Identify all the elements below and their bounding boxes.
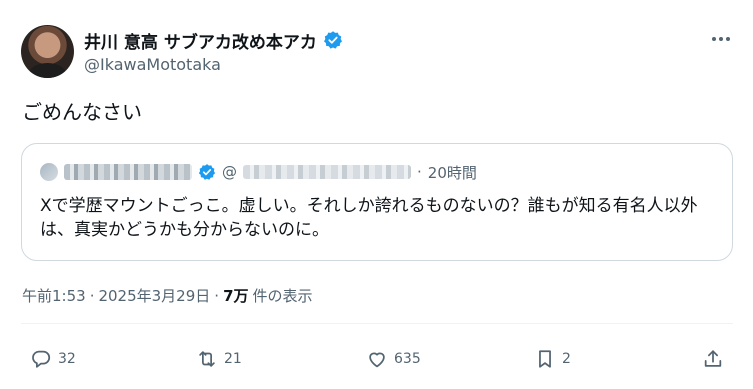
author-avatar[interactable] <box>21 25 74 78</box>
author-display-name[interactable]: 井川 意高 サブアカ改め本アカ <box>84 28 317 53</box>
reply-count: 32 <box>58 351 76 367</box>
action-bar: 32 21 635 2 <box>0 345 753 373</box>
quoted-handle-prefix: @ <box>222 163 237 181</box>
reply-icon <box>32 350 51 368</box>
bookmark-icon <box>539 350 551 368</box>
quoted-tweet-header: @ · 20時間 <box>40 162 477 182</box>
quoted-timestamp[interactable]: 20時間 <box>428 162 477 183</box>
more-options-icon[interactable] <box>709 28 733 50</box>
repost-count: 21 <box>224 351 242 367</box>
post-date[interactable]: 2025年3月29日 <box>98 285 210 306</box>
quoted-separator: · <box>417 163 422 181</box>
post-time[interactable]: 午前1:53 <box>22 285 86 306</box>
like-count: 635 <box>394 351 421 367</box>
share-icon <box>704 350 722 367</box>
tweet-meta: 午前1:53 · 2025年3月29日 · 7万 件の表示 <box>22 285 313 306</box>
tweet-text: ごめんなさい <box>22 100 142 124</box>
meta-separator-2: · <box>214 286 220 305</box>
reply-button[interactable]: 32 <box>30 345 76 373</box>
meta-separator: · <box>89 286 95 305</box>
bookmark-count: 2 <box>562 351 571 367</box>
quoted-verified-badge-icon <box>198 164 216 180</box>
repost-button[interactable]: 21 <box>196 345 242 373</box>
heart-icon <box>369 352 385 368</box>
quoted-author-name-blurred <box>64 164 192 180</box>
divider <box>21 323 733 324</box>
author-handle[interactable]: @IkawaMototaka <box>84 55 221 74</box>
verified-badge-icon <box>323 31 342 49</box>
view-count: 7万 <box>223 287 249 305</box>
views-label: 件の表示 <box>252 287 313 305</box>
quoted-handle-blurred <box>243 165 411 179</box>
share-button[interactable] <box>702 345 724 373</box>
quoted-tweet[interactable]: @ · 20時間 Xで学歴マウントごっこ。虚しい。それしか誇れるものないの？誰も… <box>21 143 733 261</box>
like-button[interactable]: 635 <box>366 345 421 373</box>
bookmark-button[interactable]: 2 <box>534 345 571 373</box>
quoted-tweet-text: Xで学歴マウントごっこ。虚しい。それしか誇れるものないの？誰もが知る有名人以外は… <box>40 196 698 240</box>
repost-icon <box>199 351 215 367</box>
author-name-row: 井川 意高 サブアカ改め本アカ <box>84 28 343 53</box>
tweet: 井川 意高 サブアカ改め本アカ @IkawaMototaka ごめんなさい @ … <box>0 0 753 389</box>
quoted-author-avatar-blurred <box>40 163 58 181</box>
